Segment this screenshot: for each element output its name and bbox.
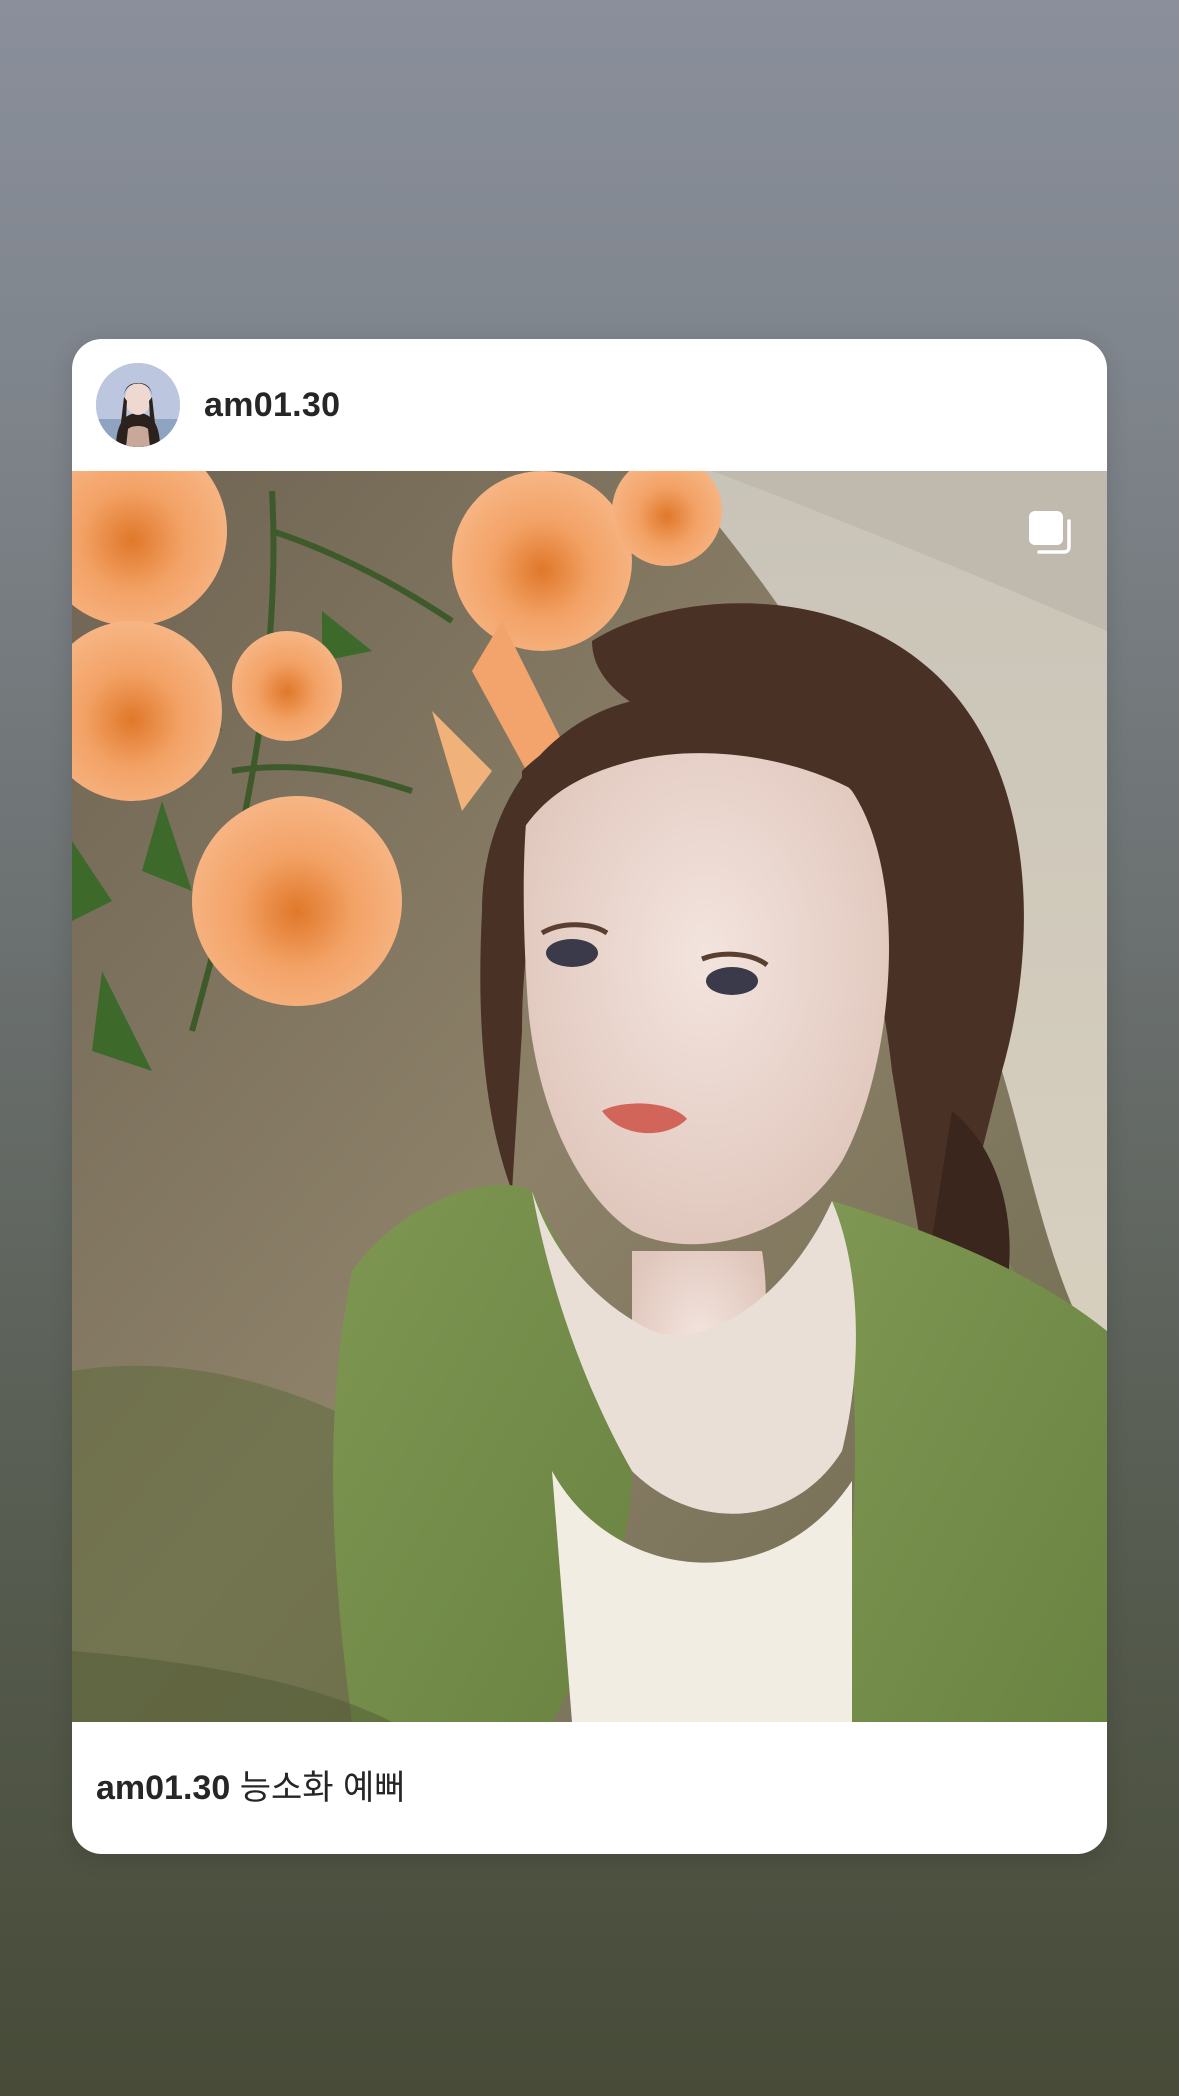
caption-text: 능소화 예뻐 (239, 1769, 406, 1807)
shared-post-card[interactable]: am01.30 am01.30 능소화 예뻐 (72, 339, 1107, 1854)
post-caption[interactable]: am01.30 능소화 예뻐 (96, 1766, 406, 1810)
avatar[interactable] (96, 363, 180, 447)
portrait-photo (72, 471, 1107, 1722)
caption-username[interactable]: am01.30 (96, 1769, 230, 1807)
post-photo[interactable] (72, 471, 1107, 1722)
post-header: am01.30 (72, 339, 1107, 471)
post-username[interactable]: am01.30 (204, 383, 340, 427)
multiple-images-icon (1029, 511, 1071, 554)
post-footer: am01.30 능소화 예뻐 (72, 1722, 1107, 1854)
avatar-icon (96, 363, 180, 447)
